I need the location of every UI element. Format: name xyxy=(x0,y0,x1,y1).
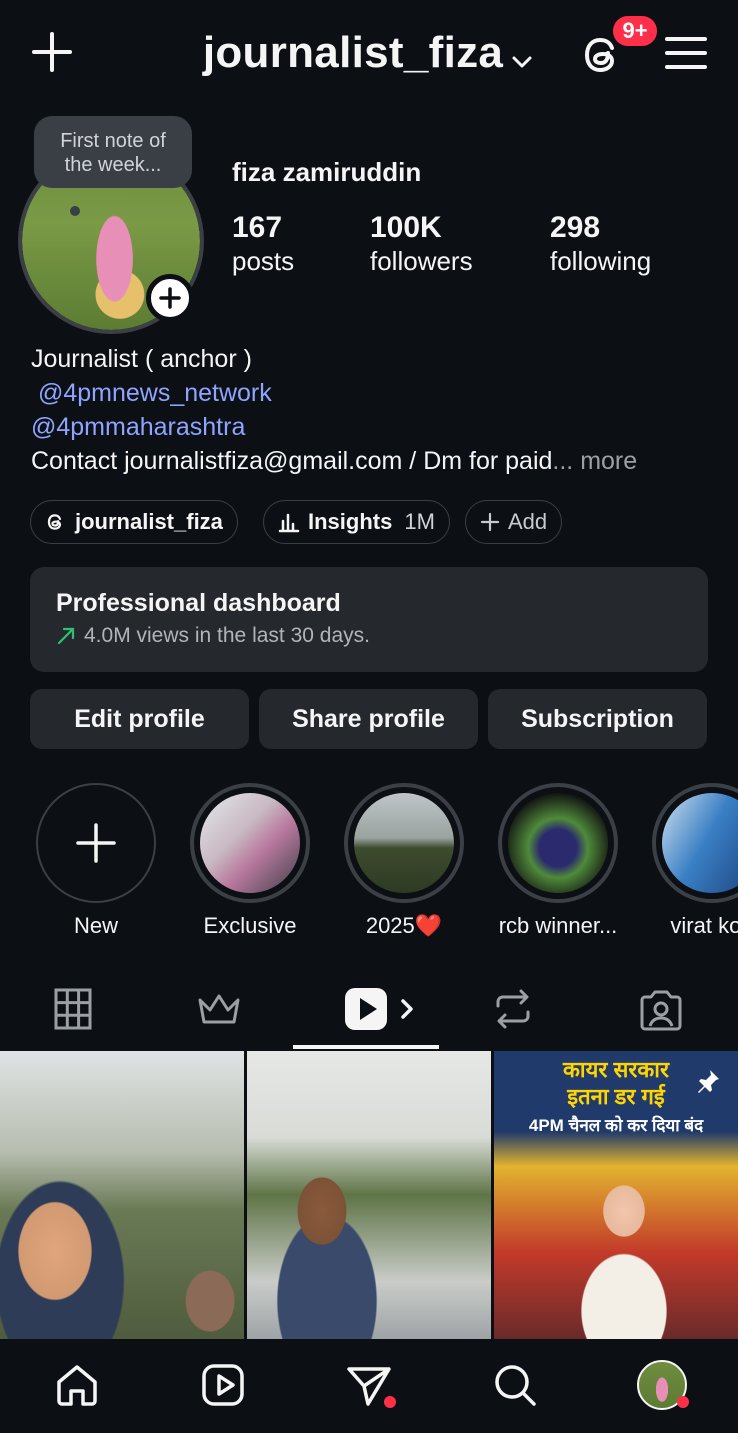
highlight-label: virat koh xyxy=(670,913,738,938)
post-headline: 4PM चैनल को कर दिया बंद xyxy=(528,1116,704,1135)
highlight-label: rcb winner... xyxy=(498,913,618,938)
search-icon[interactable] xyxy=(490,1360,540,1410)
username-title: journalist_fiza xyxy=(202,28,504,77)
bio: Journalist ( anchor ) @4pmnews_network @… xyxy=(31,342,637,478)
plus-icon xyxy=(159,287,181,309)
subscription-button[interactable]: Subscription xyxy=(488,689,707,749)
grid-post-1[interactable] xyxy=(0,1051,244,1339)
stat-value: 167 xyxy=(232,211,283,244)
highlight-2025[interactable]: 2025❤️ xyxy=(344,783,464,939)
stat-label: followers xyxy=(370,246,473,276)
unread-dot xyxy=(384,1396,396,1408)
active-tab-indicator xyxy=(293,1045,439,1049)
crown-icon xyxy=(198,994,240,1024)
tagged-user-icon xyxy=(640,990,682,1031)
tab-reposts[interactable] xyxy=(488,984,538,1034)
tab-tagged[interactable] xyxy=(636,984,686,1034)
profile-display-name: fiza zamiruddin xyxy=(232,157,422,187)
chevron-down-icon xyxy=(509,30,535,80)
grid-icon xyxy=(54,988,92,1030)
trend-up-icon xyxy=(57,627,75,645)
post-thumbnail xyxy=(247,1051,491,1339)
add-pill[interactable]: Add xyxy=(465,500,563,544)
professional-dashboard[interactable]: Professional dashboard 4.0M views in the… xyxy=(30,567,708,672)
note-text-line2: the week... xyxy=(64,154,162,176)
dashboard-subtitle: 4.0M views in the last 30 days. xyxy=(84,624,370,647)
stat-posts[interactable]: 167 posts xyxy=(232,210,294,276)
profile-nav-avatar[interactable] xyxy=(637,1360,689,1410)
add-story-button[interactable] xyxy=(146,274,194,322)
direct-messages-icon[interactable] xyxy=(344,1360,396,1410)
profile-alert-dot xyxy=(677,1396,689,1408)
pin-icon xyxy=(694,1067,722,1100)
note-bubble[interactable]: First note of the week... xyxy=(34,116,192,188)
repost-icon xyxy=(496,989,530,1029)
tab-subscriber-content[interactable] xyxy=(194,984,244,1034)
highlight-label: New xyxy=(73,913,118,938)
highlight-label: Exclusive xyxy=(203,913,297,938)
bio-more-link[interactable]: ... more xyxy=(552,447,637,475)
note-text-line1: First note of xyxy=(60,130,166,152)
bio-mention-link[interactable]: @4pmnews_network xyxy=(31,376,637,410)
threads-profile-pill[interactable]: journalist_fiza xyxy=(30,500,238,544)
edit-profile-button[interactable]: Edit profile xyxy=(30,689,249,749)
stat-following[interactable]: 298 following xyxy=(550,210,651,276)
grid-post-2[interactable] xyxy=(247,1051,491,1339)
highlight-label: 2025❤️ xyxy=(365,913,443,938)
bio-line: Contact journalistfiza@gmail.com / Dm fo… xyxy=(31,447,553,475)
grid-post-3[interactable]: कायर सरकार इतना डर गई 4PM चैनल को कर दिय… xyxy=(494,1051,738,1339)
plus-icon xyxy=(480,512,500,532)
bio-mention-link[interactable]: @4pmmaharashtra xyxy=(31,410,637,444)
stat-label: posts xyxy=(232,246,295,276)
insights-pill[interactable]: Insights 1M xyxy=(263,500,450,544)
highlight-rcb[interactable]: rcb winner... xyxy=(498,783,618,939)
threads-icon xyxy=(47,514,62,530)
tab-grid[interactable] xyxy=(48,984,98,1034)
menu-icon[interactable] xyxy=(664,34,708,72)
notification-badge[interactable]: 9+ xyxy=(611,14,659,48)
stat-followers[interactable]: 100K followers xyxy=(370,210,473,276)
note-bubble-tail xyxy=(70,206,80,216)
bio-line: Journalist ( anchor ) xyxy=(31,345,252,373)
bar-chart-icon xyxy=(278,513,300,533)
home-icon[interactable] xyxy=(52,1360,102,1410)
reels-icon xyxy=(345,988,413,1030)
insights-label: Insights xyxy=(308,509,393,534)
stat-value: 100K xyxy=(370,211,442,244)
stat-label: following xyxy=(550,246,652,276)
reels-nav-icon[interactable] xyxy=(198,1360,248,1410)
stat-value: 298 xyxy=(550,211,601,244)
highlight-new[interactable]: New xyxy=(36,783,156,939)
threads-handle: journalist_fiza xyxy=(75,509,223,534)
share-profile-button[interactable]: Share profile xyxy=(259,689,478,749)
tab-reels[interactable] xyxy=(341,984,421,1034)
dashboard-title: Professional dashboard xyxy=(56,589,341,617)
highlight-exclusive[interactable]: Exclusive xyxy=(190,783,310,939)
add-label: Add xyxy=(508,509,548,534)
highlight-virat[interactable]: virat koh xyxy=(652,783,738,939)
plus-icon xyxy=(76,823,116,863)
insights-value: 1M xyxy=(404,509,435,534)
post-thumbnail xyxy=(0,1051,244,1339)
